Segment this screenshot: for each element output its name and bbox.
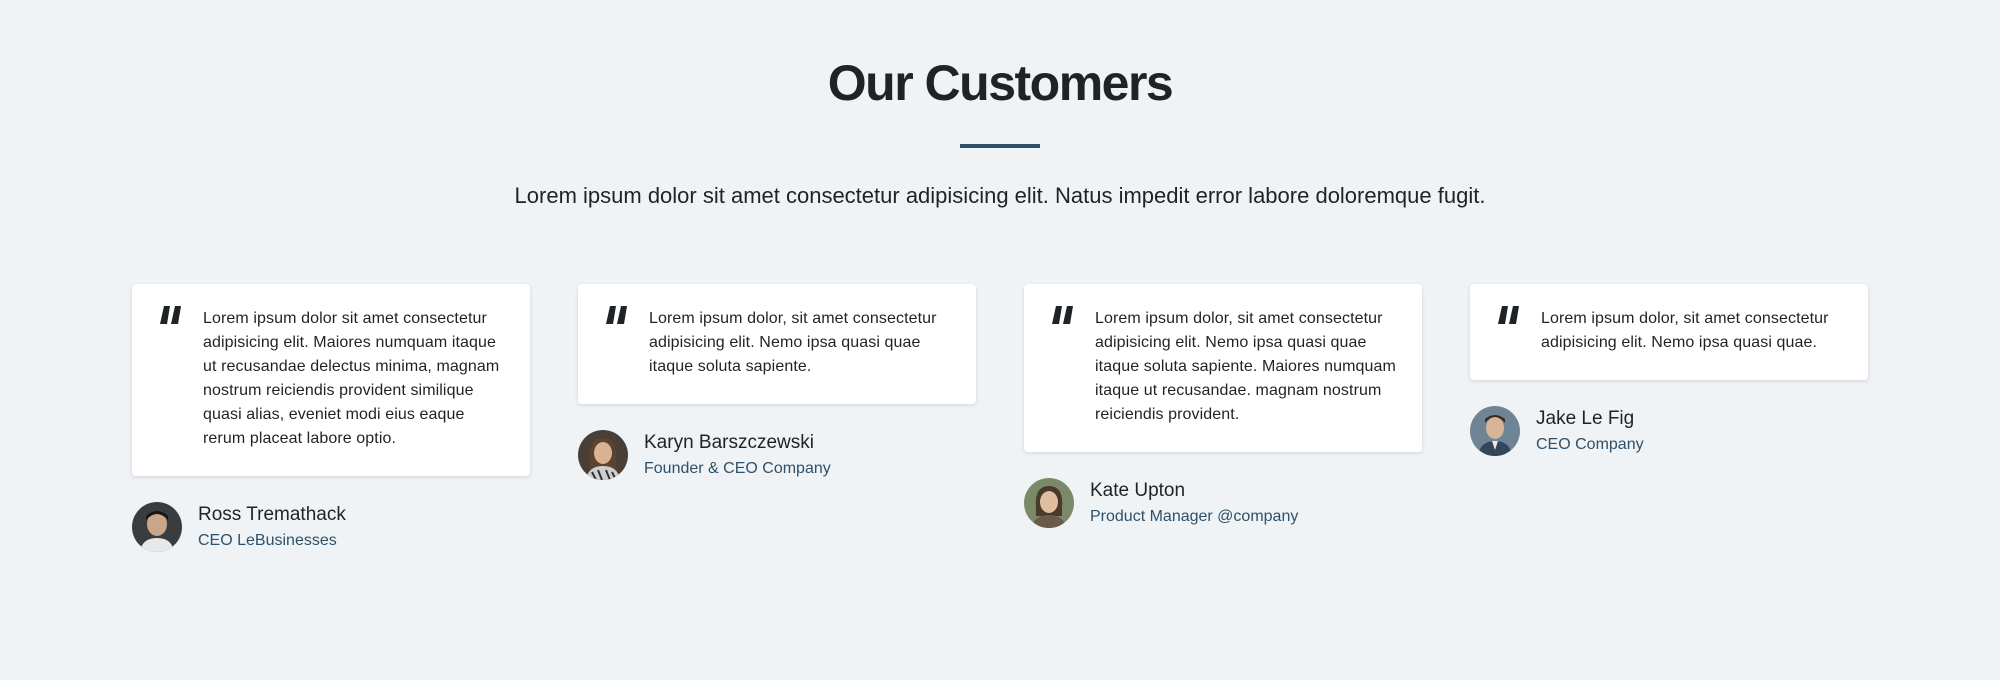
testimonial-card: Lorem ipsum dolor, sit amet consectetur …	[1024, 284, 1422, 452]
author-name: Kate Upton	[1090, 479, 1186, 501]
testimonial: Lorem ipsum dolor, sit amet consectetur …	[1470, 284, 1868, 456]
quote-icon	[606, 306, 627, 324]
avatar	[578, 430, 628, 480]
author-name: Karyn Barszczewski	[644, 431, 814, 453]
author-role: CEO LeBusinesses	[198, 531, 337, 549]
section-subtitle: Lorem ipsum dolor sit amet consectetur a…	[514, 183, 1486, 208]
title-divider	[960, 144, 1040, 148]
testimonial-author: Karyn Barszczewski Founder & CEO Company	[578, 430, 976, 480]
testimonial-quote: Lorem ipsum dolor, sit amet consectetur …	[1541, 310, 1829, 351]
testimonial: Lorem ipsum dolor, sit amet consectetur …	[1024, 284, 1422, 528]
testimonial-quote: Lorem ipsum dolor, sit amet consectetur …	[649, 310, 937, 375]
avatar	[132, 502, 182, 552]
avatar	[1470, 406, 1520, 456]
author-name: Ross Tremathack	[198, 503, 346, 525]
testimonial-quote: Lorem ipsum dolor, sit amet consectetur …	[1095, 310, 1396, 423]
quote-icon	[1052, 306, 1073, 324]
section-title: Our Customers	[827, 55, 1174, 111]
quote-icon	[1498, 306, 1519, 324]
author-role: CEO Company	[1536, 435, 1644, 453]
testimonial-author: Ross Tremathack CEO LeBusinesses	[132, 502, 530, 552]
testimonial-card: Lorem ipsum dolor, sit amet consectetur …	[578, 284, 976, 404]
testimonial-card: Lorem ipsum dolor, sit amet consectetur …	[1470, 284, 1868, 380]
customers-section: Our Customers Lorem ipsum dolor sit amet…	[0, 0, 2000, 680]
quote-icon	[160, 306, 181, 324]
testimonial: Lorem ipsum dolor sit amet consectetur a…	[132, 284, 530, 552]
avatar	[1024, 478, 1074, 528]
author-role: Founder & CEO Company	[644, 459, 831, 477]
author-role: Product Manager @company	[1090, 507, 1299, 525]
testimonial-author: Jake Le Fig CEO Company	[1470, 406, 1868, 456]
testimonial-author: Kate Upton Product Manager @company	[1024, 478, 1422, 528]
testimonial-card: Lorem ipsum dolor sit amet consectetur a…	[132, 284, 530, 476]
testimonial-quote: Lorem ipsum dolor sit amet consectetur a…	[203, 310, 500, 447]
author-name: Jake Le Fig	[1536, 407, 1635, 429]
testimonial: Lorem ipsum dolor, sit amet consectetur …	[578, 284, 976, 480]
